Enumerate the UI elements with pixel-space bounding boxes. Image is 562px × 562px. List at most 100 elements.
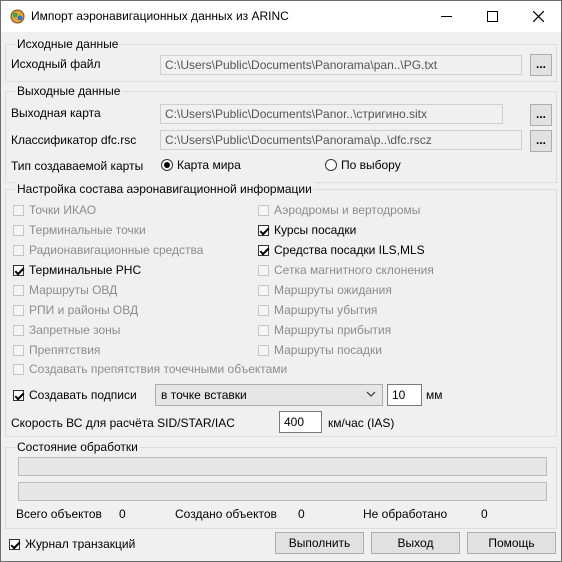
caption-size-input[interactable]: 10 xyxy=(387,384,422,406)
classifier-browse-button[interactable]: ... xyxy=(530,130,552,152)
output-map-browse-button[interactable]: ... xyxy=(530,104,552,126)
right-checkbox-box xyxy=(258,204,269,216)
minimize-icon xyxy=(440,16,452,17)
checkbox-obstacles-points-label: Создавать препятствия точечными объектам… xyxy=(29,362,288,376)
minimize-button[interactable] xyxy=(423,1,469,32)
left-checkbox-label: РПИ и районы ОВД xyxy=(29,303,139,317)
right-checkbox-box xyxy=(258,284,269,296)
caption-position-value: в точке вставки xyxy=(161,388,247,402)
checkbox-captions-label: Создавать подписи xyxy=(29,388,137,402)
classifier-field[interactable]: C:\Users\Public\Documents\Panorama\p..\d… xyxy=(160,130,522,150)
right-checkbox-box xyxy=(258,244,269,256)
radio-world-map[interactable]: Карта мира xyxy=(161,158,241,172)
left-checkbox-label: Точки ИКАО xyxy=(29,203,97,217)
checkbox-captions[interactable]: Создавать подписи xyxy=(13,388,137,402)
left-checkbox-box xyxy=(13,304,24,316)
right-checkbox-label: Сетка магнитного склонения xyxy=(274,263,434,277)
right-checkbox-label: Маршруты ожидания xyxy=(274,283,392,297)
map-type-label: Тип создаваемой карты xyxy=(11,159,144,173)
radio-custom-map[interactable]: По выбору xyxy=(325,158,401,172)
left-checkbox-label: Радионавигационные средства xyxy=(29,243,204,257)
right-checkbox[interactable]: Курсы посадки xyxy=(258,223,356,237)
left-checkbox-label: Маршруты ОВД xyxy=(29,283,118,297)
unprocessed-value: 0 xyxy=(481,507,488,521)
left-checkbox-label: Препятствия xyxy=(29,343,101,357)
close-icon xyxy=(532,11,544,22)
left-checkbox[interactable]: РПИ и районы ОВД xyxy=(13,303,138,317)
left-checkbox[interactable]: Точки ИКАО xyxy=(13,203,96,217)
radio-custom-label: По выбору xyxy=(341,158,401,172)
right-checkbox[interactable]: Маршруты посадки xyxy=(258,343,382,357)
run-button[interactable]: Выполнить xyxy=(275,532,364,554)
chevron-down-icon xyxy=(366,391,376,397)
source-browse-button[interactable]: ... xyxy=(530,54,552,76)
left-checkbox-box xyxy=(13,284,24,296)
left-checkbox[interactable]: Терминальные РНС xyxy=(13,263,141,277)
right-checkbox[interactable]: Средства посадки ILS,MLS xyxy=(258,243,425,257)
maximize-icon xyxy=(486,11,498,22)
left-checkbox[interactable]: Препятствия xyxy=(13,343,100,357)
total-objects-value: 0 xyxy=(119,507,126,521)
right-checkbox-box xyxy=(258,304,269,316)
created-objects-label: Создано объектов xyxy=(175,507,277,521)
left-checkbox-box xyxy=(13,244,24,256)
speed-input[interactable]: 400 xyxy=(279,411,322,433)
checkbox-journal-box xyxy=(9,538,20,550)
speed-unit: км/час (IAS) xyxy=(328,416,395,430)
progress-bar-1 xyxy=(18,457,547,476)
checkbox-obstacles-points[interactable]: Создавать препятствия точечными объектам… xyxy=(13,362,287,376)
exit-button[interactable]: Выход xyxy=(371,532,460,554)
right-checkbox[interactable]: Маршруты ожидания xyxy=(258,283,392,297)
left-checkbox-box xyxy=(13,324,24,336)
left-checkbox[interactable]: Терминальные точки xyxy=(13,223,146,237)
left-checkbox-label: Запретные зоны xyxy=(29,323,121,337)
radio-world-indicator xyxy=(161,159,173,171)
left-checkbox[interactable]: Маршруты ОВД xyxy=(13,283,117,297)
total-objects-label: Всего объектов xyxy=(16,507,102,521)
right-checkbox[interactable]: Маршруты прибытия xyxy=(258,323,391,337)
output-group-label: Выходные данные xyxy=(15,84,123,98)
close-button[interactable] xyxy=(515,1,561,32)
right-checkbox-box xyxy=(258,344,269,356)
source-file-field[interactable]: C:\Users\Public\Documents\Panorama\pan..… xyxy=(160,55,522,75)
right-checkbox-label: Маршруты убытия xyxy=(274,303,378,317)
caption-position-select[interactable]: в точке вставки xyxy=(155,384,383,406)
window-title: Импорт аэронавигационных данных из ARINC xyxy=(31,9,289,23)
dialog-window: Импорт аэронавигационных данных из ARINC… xyxy=(0,0,562,562)
content-group-label: Настройка состава аэронавигационной инфо… xyxy=(15,182,314,196)
checkbox-journal[interactable]: Журнал транзакций xyxy=(9,537,135,551)
right-checkbox-label: Маршруты посадки xyxy=(274,343,382,357)
unprocessed-label: Не обработано xyxy=(363,507,448,521)
right-checkbox-label: Аэродромы и вертодромы xyxy=(274,203,421,217)
left-checkbox[interactable]: Запретные зоны xyxy=(13,323,120,337)
left-checkbox-box xyxy=(13,264,24,276)
source-group-label: Исходные данные xyxy=(15,37,121,51)
source-file-label: Исходный файл xyxy=(11,57,101,71)
right-checkbox-label: Курсы посадки xyxy=(274,223,357,237)
maximize-button[interactable] xyxy=(469,1,515,32)
progress-bar-2 xyxy=(18,482,547,501)
speed-label: Скорость ВС для расчёта SID/STAR/IAC xyxy=(11,416,235,430)
output-map-label: Выходная карта xyxy=(11,106,101,120)
left-checkbox-label: Терминальные точки xyxy=(29,223,146,237)
classifier-label: Классификатор dfc.rsc xyxy=(11,133,137,147)
right-checkbox[interactable]: Аэродромы и вертодромы xyxy=(258,203,420,217)
right-checkbox[interactable]: Маршруты убытия xyxy=(258,303,377,317)
left-checkbox-label: Терминальные РНС xyxy=(29,263,142,277)
title-bar: Импорт аэронавигационных данных из ARINC xyxy=(1,1,561,32)
help-button[interactable]: Помощь xyxy=(467,532,556,554)
right-checkbox-box xyxy=(258,324,269,336)
checkbox-obstacles-points-box xyxy=(13,363,24,375)
right-checkbox-label: Маршруты прибытия xyxy=(274,323,392,337)
right-checkbox-box xyxy=(258,224,269,236)
right-checkbox-label: Средства посадки ILS,MLS xyxy=(274,243,425,257)
created-objects-value: 0 xyxy=(298,507,305,521)
radio-world-label: Карта мира xyxy=(177,158,241,172)
app-icon xyxy=(10,9,25,24)
status-group-label: Состояние обработки xyxy=(15,440,140,454)
output-map-field[interactable]: C:\Users\Public\Documents\Panor..\стриги… xyxy=(160,104,503,124)
checkbox-journal-label: Журнал транзакций xyxy=(25,537,136,551)
left-checkbox[interactable]: Радионавигационные средства xyxy=(13,243,203,257)
left-checkbox-box xyxy=(13,224,24,236)
right-checkbox[interactable]: Сетка магнитного склонения xyxy=(258,263,434,277)
